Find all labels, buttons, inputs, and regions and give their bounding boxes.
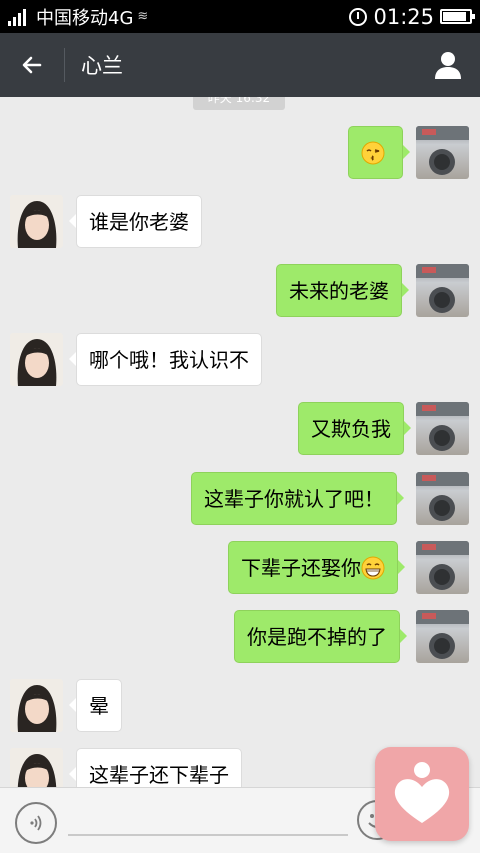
kiss-emoji-icon [361,141,385,164]
self-avatar[interactable] [416,402,469,455]
self-avatar[interactable] [416,541,469,594]
message-bubble-in[interactable]: 谁是你老婆 [69,195,202,248]
self-avatar[interactable] [416,264,469,317]
message-input[interactable] [68,834,348,836]
back-button[interactable] [0,33,64,97]
message-bubble-in[interactable]: 哪个哦！我认识不 [69,333,262,386]
header-divider [64,48,65,82]
self-avatar[interactable] [416,126,469,179]
floating-widget[interactable] [375,747,469,841]
voice-icon [30,815,42,831]
status-bar: 中国移动4G ≋ 01:25 [0,0,480,33]
battery-icon [440,9,475,24]
signal-icon [8,8,30,26]
message-bubble-in[interactable]: 晕 [69,679,122,732]
self-avatar[interactable] [416,610,469,663]
status-time: 01:25 [373,4,434,29]
message-timestamp: 昨天 16:32 [193,97,285,110]
message-bubble-out[interactable]: 下辈子还娶你 [228,541,405,594]
profile-button[interactable] [416,33,480,97]
carrier-label: 中国移动4G [36,7,134,29]
message-bubble-out[interactable] [348,126,410,179]
grin-emoji-icon [361,556,385,579]
self-avatar[interactable] [416,472,469,525]
message-bubble-out[interactable]: 你是跑不掉的了 [234,610,407,663]
voice-button[interactable] [15,802,57,844]
chat-title: 心兰 [81,54,123,78]
message-bubble-out[interactable]: 未来的老婆 [276,264,409,317]
contact-avatar[interactable] [10,679,63,732]
wifi-icon: ≋ [137,9,149,24]
contact-avatar[interactable] [10,195,63,248]
person-icon [435,52,461,79]
alarm-icon [349,7,368,26]
message-text: 下辈子还娶你 [241,556,361,580]
back-arrow-icon [22,56,42,74]
message-bubble-out[interactable]: 又欺负我 [298,402,411,455]
contact-avatar[interactable] [10,333,63,386]
message-bubble-out[interactable]: 这辈子你就认了吧！ [191,472,404,525]
chat-header: 心兰 [0,33,480,97]
heart-person-icon [394,762,450,823]
